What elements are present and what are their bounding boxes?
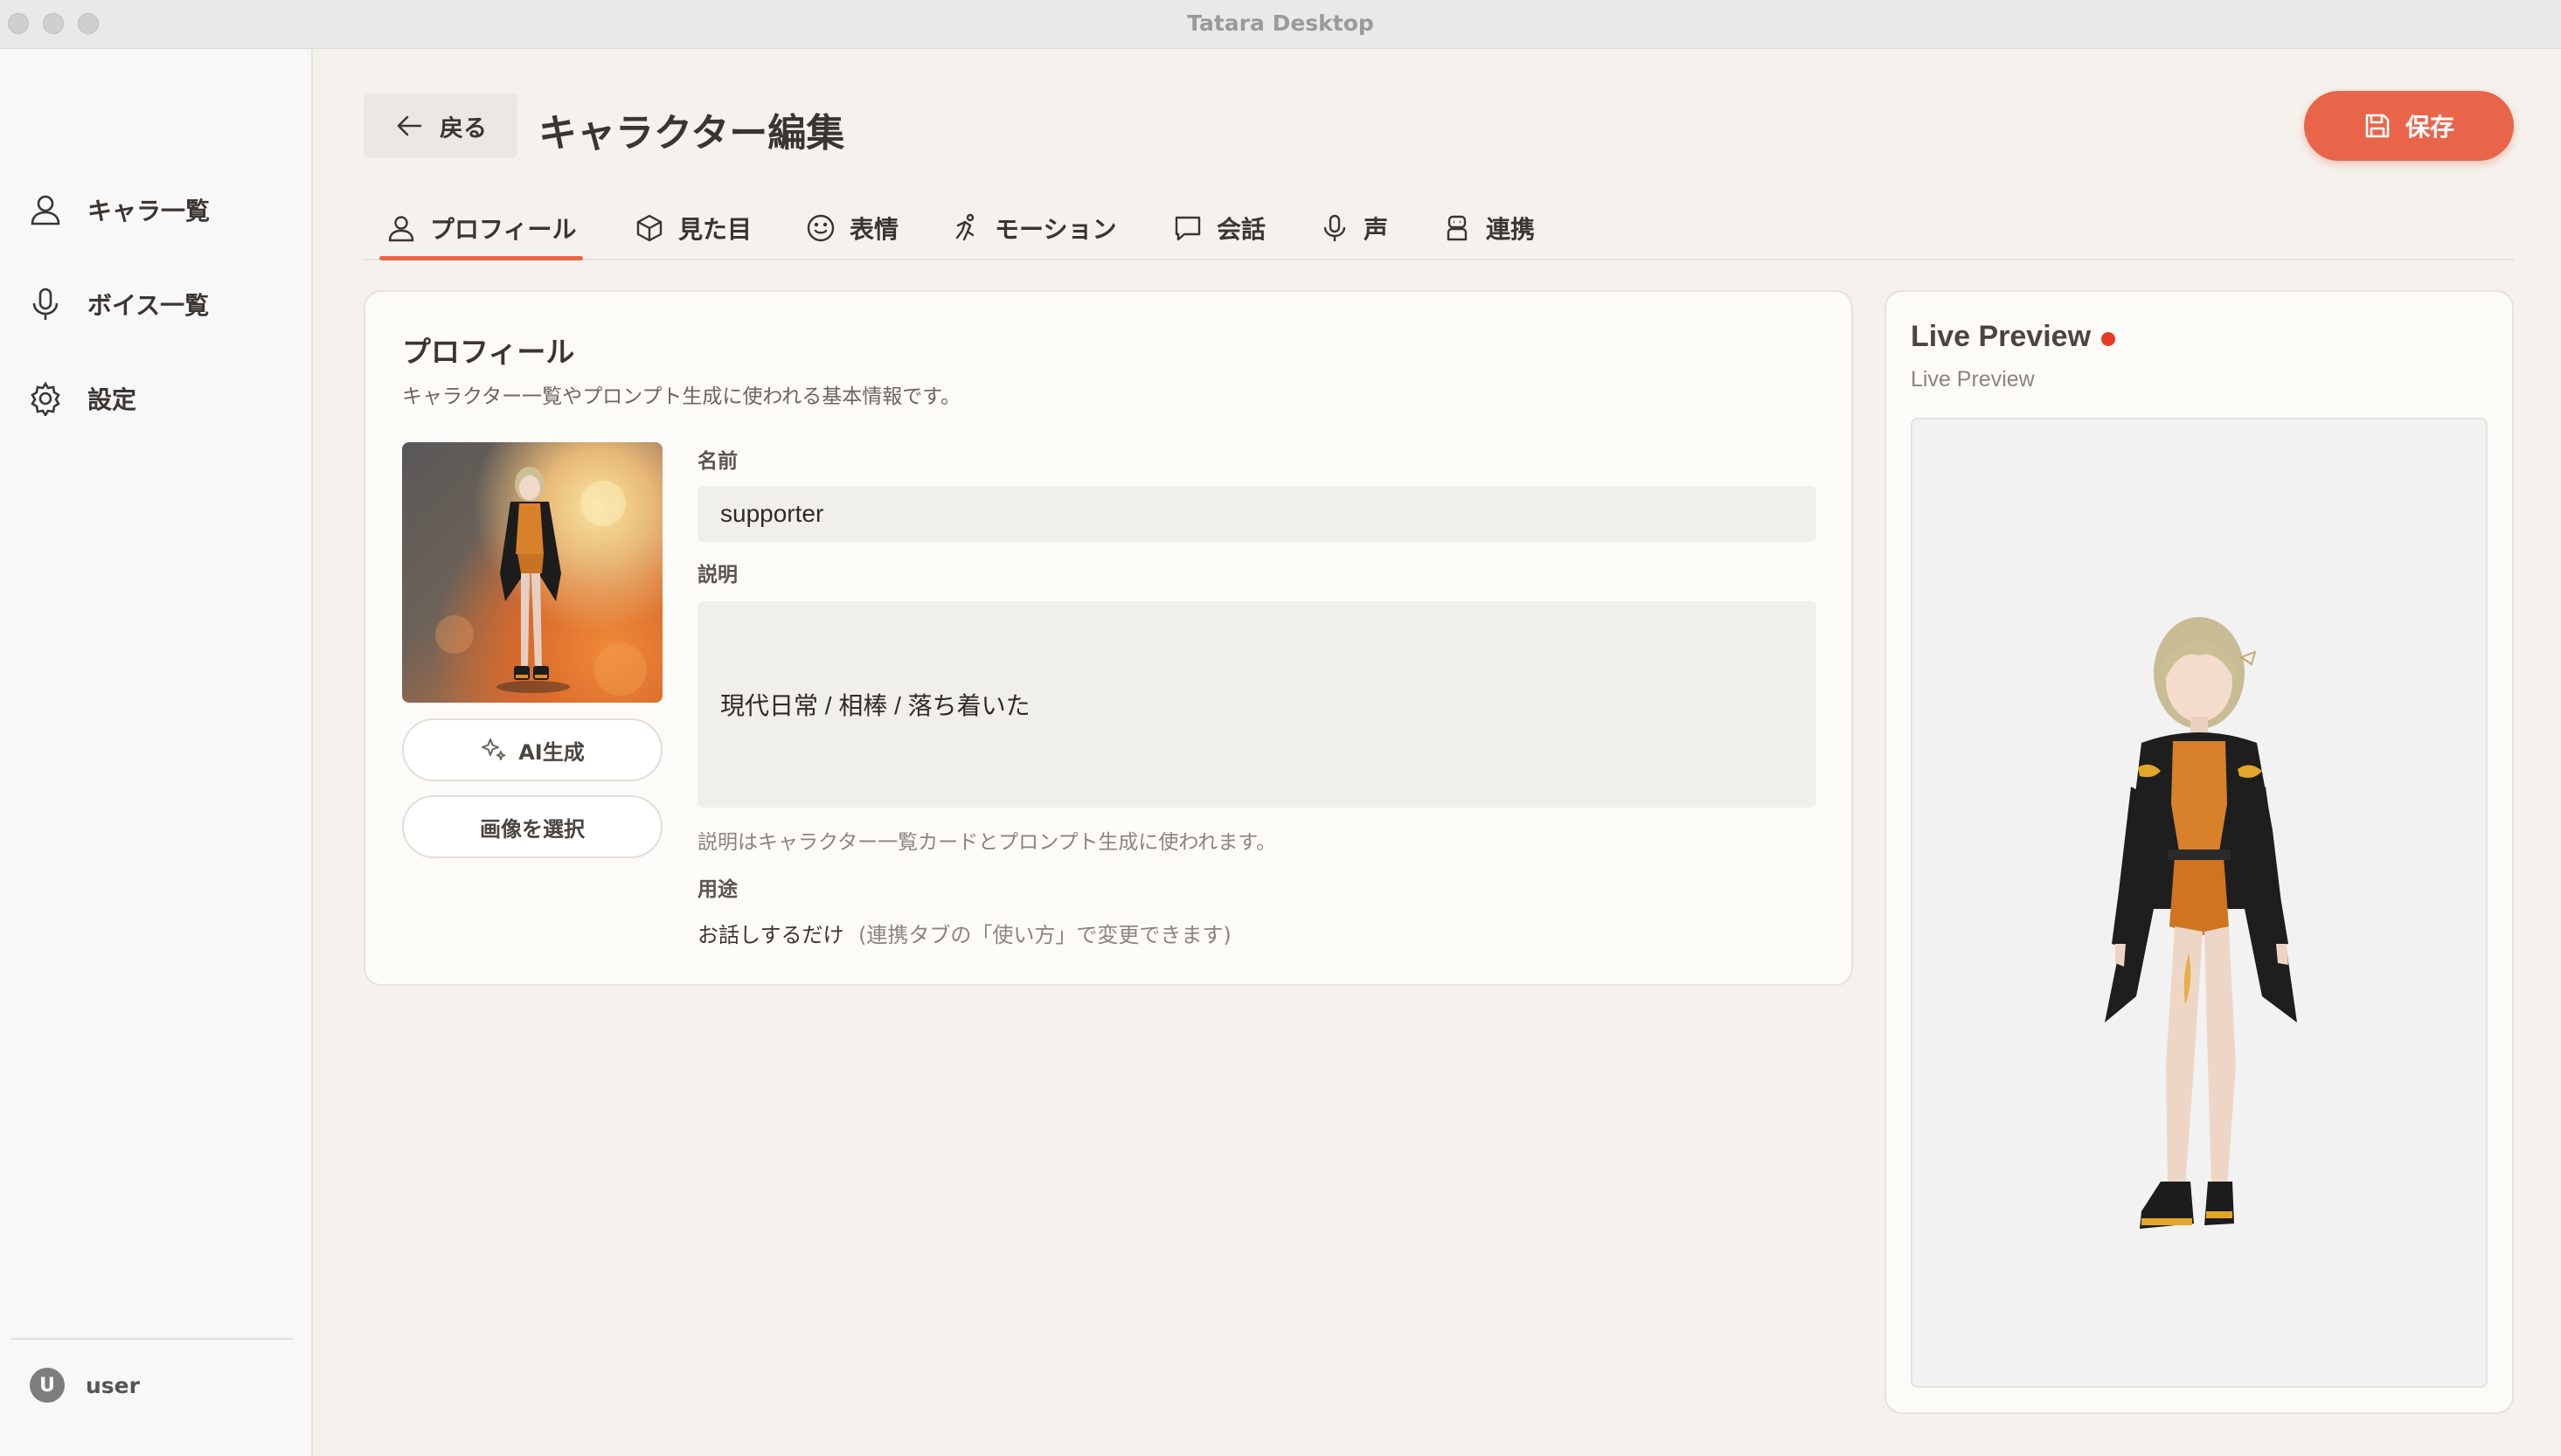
character-thumbnail[interactable]	[402, 442, 663, 703]
ai-generate-button[interactable]: AI生成	[402, 718, 663, 781]
character-model-3d	[2105, 617, 2297, 1229]
user-icon	[31, 195, 60, 225]
user-icon	[388, 216, 414, 242]
window-title: Tatara Desktop	[1187, 10, 1374, 36]
smile-icon	[807, 214, 835, 242]
save-label: 保存	[2405, 113, 2454, 142]
tab-label: プロフィール	[430, 215, 577, 244]
select-image-button[interactable]: 画像を選択	[402, 795, 663, 858]
tab-label: 会話	[1217, 215, 1267, 244]
chat-bubble-icon	[1175, 216, 1201, 241]
live-preview-title: Live Preview	[1911, 320, 2092, 353]
save-button[interactable]: 保存	[2304, 91, 2514, 161]
character-figure-image	[435, 467, 647, 696]
back-label: 戻る	[440, 114, 487, 142]
tab-expression[interactable]: 表情	[806, 198, 899, 259]
tab-voice[interactable]: 声	[1320, 198, 1388, 259]
tab-appearance[interactable]: 見た目	[635, 198, 752, 259]
usage-note: (連携タブの「使い方」で変更できます)	[858, 923, 1232, 947]
ai-generate-label: AI生成	[518, 739, 585, 765]
microphone-icon	[32, 288, 59, 320]
cube-icon	[636, 214, 663, 242]
tab-label: モーション	[995, 215, 1117, 244]
robot-icon	[1447, 215, 1468, 241]
tab-profile[interactable]: プロフィール	[378, 198, 584, 260]
avatar: U	[30, 1368, 65, 1403]
sidebar-item-voices[interactable]: ボイス一覧	[28, 278, 290, 330]
select-image-label: 画像を選択	[480, 816, 585, 842]
save-icon	[2365, 114, 2390, 138]
page-title: キャラクター編集	[538, 111, 845, 156]
name-input[interactable]	[698, 486, 1816, 542]
sidebar-item-label: ボイス一覧	[87, 291, 210, 320]
usage-value: お話しするだけ	[698, 923, 844, 947]
window-titlebar: Tatara Desktop	[0, 0, 2561, 49]
profile-card: プロフィール キャラクター一覧やプロンプト生成に使われる基本情報です。 AI生成…	[364, 290, 1853, 986]
sidebar: キャラ一覧 ボイス一覧 設定 U user	[0, 50, 313, 1456]
tab-label: 声	[1364, 215, 1389, 244]
user-account[interactable]: U user	[30, 1368, 140, 1403]
arrow-left-icon	[397, 115, 422, 136]
tab-label: 連携	[1486, 215, 1536, 244]
description-textarea[interactable]: 現代日常 / 相棒 / 落ち着いた	[698, 601, 1816, 808]
tab-bar: プロフィール 見た目 表情 モーション 会話 声 連携	[364, 198, 2514, 260]
sparkles-icon	[482, 738, 506, 760]
profile-section-description: キャラクター一覧やプロンプト生成に使われる基本情報です。	[402, 385, 961, 408]
tab-integration[interactable]: 連携	[1442, 198, 1535, 259]
tab-conversation[interactable]: 会話	[1173, 198, 1266, 259]
motion-icon	[955, 213, 975, 241]
back-button[interactable]: 戻る	[364, 94, 517, 158]
live-preview-canvas[interactable]	[1911, 418, 2488, 1388]
sidebar-item-label: キャラ一覧	[87, 197, 211, 225]
microphone-icon	[1323, 214, 1346, 241]
description-value: 現代日常 / 相棒 / 落ち着いた	[720, 692, 1031, 719]
user-name: user	[86, 1372, 140, 1398]
tab-label: 見た目	[678, 215, 753, 244]
usage-label: 用途	[698, 878, 738, 901]
sidebar-item-label: 設定	[87, 385, 137, 414]
tab-label: 表情	[850, 215, 899, 244]
description-hint: 説明はキャラクター一覧カードとプロンプト生成に使われます。	[698, 831, 1276, 854]
description-label: 説明	[698, 564, 738, 586]
gear-icon	[31, 381, 60, 416]
sidebar-divider	[10, 1338, 294, 1340]
name-label: 名前	[698, 450, 738, 473]
profile-section-title: プロフィール	[402, 335, 575, 369]
live-indicator-dot	[2101, 332, 2115, 346]
sidebar-item-characters[interactable]: キャラ一覧	[28, 184, 290, 236]
sidebar-item-settings[interactable]: 設定	[28, 372, 290, 425]
live-preview-subtitle: Live Preview	[1911, 367, 2035, 392]
tab-motion[interactable]: モーション	[951, 198, 1116, 259]
live-preview-panel: Live Preview Live Preview	[1884, 290, 2514, 1414]
